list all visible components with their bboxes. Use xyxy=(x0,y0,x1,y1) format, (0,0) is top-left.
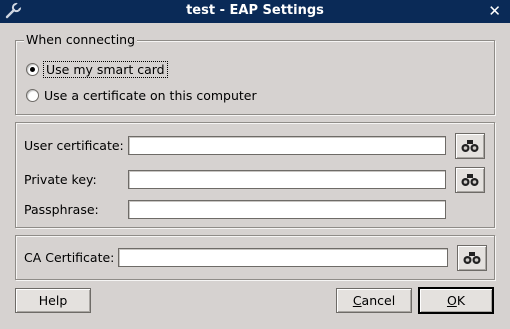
binoculars-icon xyxy=(461,140,479,152)
browse-private-key-button[interactable] xyxy=(455,167,485,193)
cancel-mnemonic: C xyxy=(352,293,362,308)
cancel-rest: ancel xyxy=(361,293,396,308)
cancel-button[interactable]: Cancel xyxy=(336,288,412,313)
ca-certificate-field[interactable] xyxy=(118,248,448,267)
private-key-label: Private key: xyxy=(24,172,97,187)
help-button-label: Help xyxy=(38,293,68,308)
ca-certificate-group: CA Certificate: xyxy=(15,235,495,280)
cancel-button-label: Cancel xyxy=(353,293,395,308)
certificate-group: User certificate: Private key: Passphras… xyxy=(15,122,495,228)
ok-mnemonic: O xyxy=(446,293,457,308)
title-bar[interactable]: test - EAP Settings ✕ xyxy=(0,0,510,23)
ok-button-label: OK xyxy=(447,293,465,308)
browse-user-certificate-button[interactable] xyxy=(455,133,485,159)
user-certificate-field[interactable] xyxy=(128,136,446,155)
radio-label-certificate: Use a certificate on this computer xyxy=(44,88,257,103)
ok-button[interactable]: OK xyxy=(418,287,494,314)
radio-button-unchecked[interactable] xyxy=(26,89,39,102)
when-connecting-group: When connecting Use my smart card Use a … xyxy=(15,32,495,115)
browse-ca-certificate-button[interactable] xyxy=(457,245,487,271)
binoculars-icon xyxy=(461,174,479,186)
ok-rest: K xyxy=(456,293,466,308)
binoculars-icon xyxy=(463,252,481,264)
when-connecting-legend: When connecting xyxy=(24,32,138,47)
passphrase-label: Passphrase: xyxy=(24,202,99,217)
close-icon[interactable]: ✕ xyxy=(488,2,501,20)
radio-use-smart-card[interactable]: Use my smart card xyxy=(26,61,168,78)
user-certificate-label: User certificate: xyxy=(24,138,124,153)
passphrase-field[interactable] xyxy=(128,200,446,219)
private-key-field[interactable] xyxy=(128,170,446,189)
ca-certificate-label: CA Certificate: xyxy=(24,250,115,265)
help-button[interactable]: Help xyxy=(15,288,91,313)
radio-label-smart-card: Use my smart card xyxy=(43,61,168,78)
window-title: test - EAP Settings xyxy=(186,3,324,18)
radio-use-certificate[interactable]: Use a certificate on this computer xyxy=(26,88,257,103)
radio-button-checked[interactable] xyxy=(26,63,39,76)
